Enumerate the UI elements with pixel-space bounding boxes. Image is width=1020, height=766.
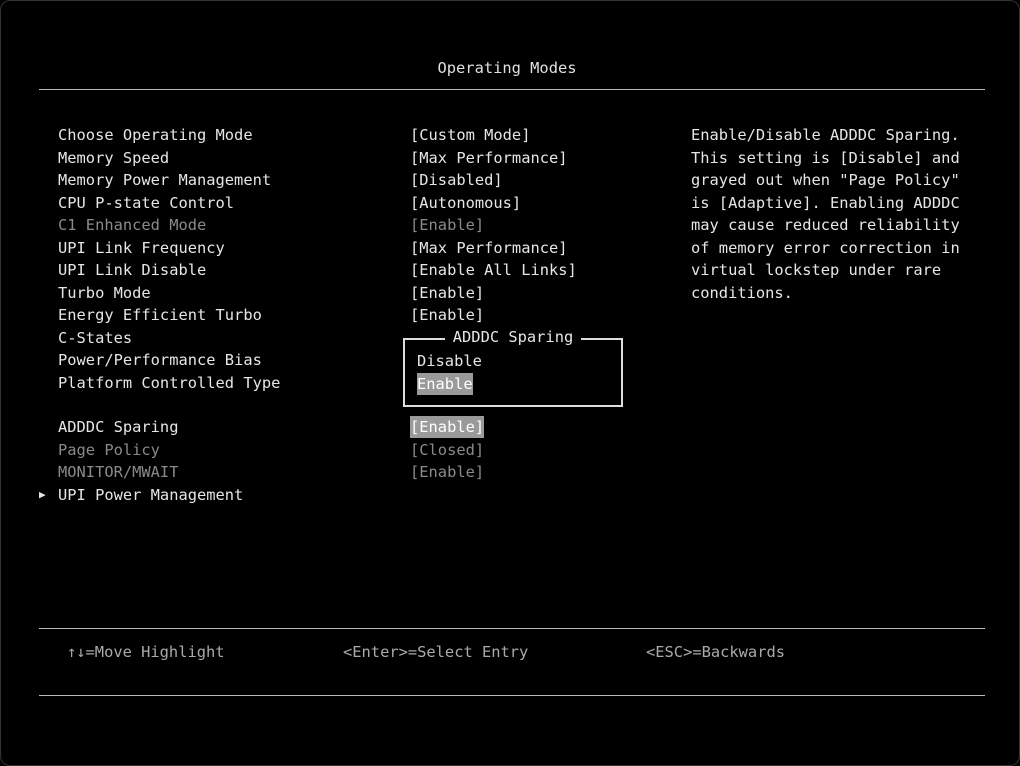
setting-label-power-performance-bias[interactable]: Power/Performance Bias xyxy=(58,349,262,371)
divider xyxy=(39,89,985,90)
popup-title: ADDDC Sparing xyxy=(444,328,582,346)
setting-value-turbo-mode[interactable]: [Enable] xyxy=(410,282,484,304)
setting-label-c1-enhanced-mode: C1 Enhanced Mode xyxy=(58,216,207,234)
setting-label-platform-controlled-type[interactable]: Platform Controlled Type xyxy=(58,372,280,394)
setting-label-cpu-p-state-control[interactable]: CPU P-state Control xyxy=(58,192,234,214)
setting-value-upi-link-disable[interactable]: [Enable All Links] xyxy=(410,259,577,281)
setting-label-page-policy: Page Policy xyxy=(58,441,160,459)
popup-option-enable[interactable]: Enable xyxy=(417,373,473,395)
setting-label-turbo-mode[interactable]: Turbo Mode xyxy=(58,282,151,304)
setting-label-memory-speed[interactable]: Memory Speed xyxy=(58,147,169,169)
setting-value-upi-link-frequency[interactable]: [Max Performance] xyxy=(410,237,568,259)
adddc-sparing-popup: ADDDC Sparing Disable Enable xyxy=(403,328,623,407)
setting-label-choose-operating-mode[interactable]: Choose Operating Mode xyxy=(58,124,253,146)
popup-option-disable[interactable]: Disable xyxy=(417,350,482,372)
setting-value-memory-speed[interactable]: [Max Performance] xyxy=(410,147,568,169)
setting-value-c1-enhanced-mode: [Enable] xyxy=(410,216,485,234)
setting-value-memory-power-management[interactable]: [Disabled] xyxy=(410,169,503,191)
help-text: Enable/Disable ADDDC Sparing. This setti… xyxy=(691,126,960,302)
setting-label-memory-power-management[interactable]: Memory Power Management xyxy=(58,169,271,191)
setting-label-upi-link-disable[interactable]: UPI Link Disable xyxy=(58,259,206,281)
setting-label-upi-link-frequency[interactable]: UPI Link Frequency xyxy=(58,237,225,259)
setting-value-adddc-sparing[interactable]: [Enable] xyxy=(410,416,485,438)
page-title: Operating Modes xyxy=(437,59,577,77)
footer-move-highlight: ↑↓=Move Highlight xyxy=(67,643,225,661)
divider xyxy=(39,695,985,696)
setting-value-cpu-p-state-control[interactable]: [Autonomous] xyxy=(410,192,521,214)
footer-backwards: <ESC>=Backwards xyxy=(646,643,785,661)
setting-value-page-policy: [Closed] xyxy=(410,441,485,459)
triangle-right-icon: ▶ xyxy=(39,488,46,501)
setting-value-energy-efficient-turbo[interactable]: [Enable] xyxy=(410,304,484,326)
footer-select-entry: <Enter>=Select Entry xyxy=(343,643,529,661)
setting-value-monitor-mwait: [Enable] xyxy=(410,463,485,481)
setting-label-monitor-mwait: MONITOR/MWAIT xyxy=(58,463,179,481)
setting-label-energy-efficient-turbo[interactable]: Energy Efficient Turbo xyxy=(58,304,262,326)
divider xyxy=(39,628,985,629)
setting-label-adddc-sparing[interactable]: ADDDC Sparing xyxy=(58,416,178,438)
setting-label-c-states[interactable]: C-States xyxy=(58,327,132,349)
setting-value-choose-operating-mode[interactable]: [Custom Mode] xyxy=(410,124,530,146)
setting-label-upi-power-management[interactable]: UPI Power Management xyxy=(58,484,243,506)
